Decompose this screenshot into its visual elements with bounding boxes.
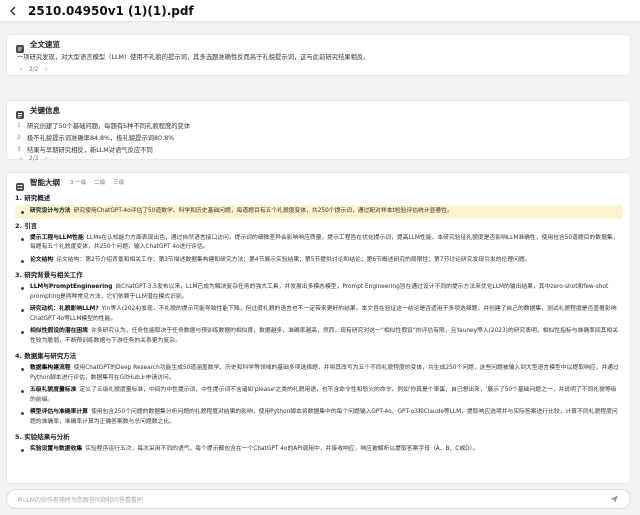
outline-item[interactable]: 实验设置与数据收集 实验程序运行五次，每次采用不同的语气，每个提示都包含在一个Ch…: [7, 445, 630, 455]
outline-heading: 智能大纲: [30, 177, 60, 187]
outline-item[interactable]: 数据集构建流程 使用ChatGPT的Deep Research功能生成50道涵盖数…: [7, 364, 630, 383]
outline-item[interactable]: 模型评估与准确率计算 使用包含250个问题的数据集分析问题的礼貌程度对结果的影响，…: [7, 408, 630, 427]
next-arrow-icon[interactable]: ›: [42, 156, 50, 162]
outline-item[interactable]: 研究设计与方法 研究使用ChatGPT-4o评估了50道数学、科学和历史基础问题，…: [15, 205, 622, 219]
key-point: 1 研究创建了50个基础问题，每题有5种不同礼貌程度的变体: [17, 121, 191, 130]
outline-card: 智能大纲 3 一级 二级 三级 1. 研究概述 研究设计与方法 研究使用ChatG…: [6, 172, 631, 484]
key-info-card: 关键信息 1 研究创建了50个基础问题，每题有5种不同礼貌程度的变体 2 极不礼貌提…: [6, 100, 631, 162]
summary-heading: 全文速览: [30, 39, 60, 49]
key-point: 2 极不礼貌提示词准确率84.8%，极礼貌提示词80.8%: [17, 133, 175, 142]
outline-item[interactable]: 五级礼貌度量标准 定义了五级礼貌度量标准，中间为中性提示词，中性提示词不含诸如'p…: [7, 386, 630, 405]
outline-section-title: 2. 引言: [15, 221, 38, 230]
summary-text: 一项研究发现，对大型语言模型（LLM）使用不礼貌的提示词，其多选题准确性反而高于…: [17, 54, 370, 61]
level-3-toggle[interactable]: 三级: [113, 178, 124, 186]
summary-card: 全文速览 一项研究发现，对大型语言模型（LLM）使用不礼貌的提示词，其多选题准确…: [6, 34, 631, 76]
outline-item[interactable]: 论文结构 论文结构：第2节介绍背景和相关工作；第3节描述数据集构建和研究方法；第4…: [7, 256, 630, 266]
key-info-icon: [15, 105, 25, 119]
key-info-pager: ‹ 2/3 ›: [7, 155, 630, 162]
prev-arrow-icon[interactable]: ‹: [17, 156, 25, 162]
outline-section-title: 5. 实验结果与分析: [15, 433, 70, 441]
outline-icon: [15, 177, 25, 191]
outline-section-title: 3. 研究背景与相关工作: [15, 271, 83, 279]
key-point: 3 结果与早期研究相反，新LLM对语气反应不同: [17, 145, 153, 154]
outline-item[interactable]: 提示工程与LLM性能 LLMs在认知能力方面表现出色，通过自然语言接口访问，提示词…: [7, 234, 630, 253]
outline-item[interactable]: 相似性假设的潜在困境 许多研究认为，任务性能取决于任务数据与预训练数据的相似度，数…: [7, 327, 630, 346]
title-bar: 2510.04950v1 (1)(1).pdf: [0, 0, 640, 22]
send-icon[interactable]: [608, 493, 620, 505]
prev-arrow-icon[interactable]: ‹: [17, 67, 25, 73]
outline-level-tools: 3 一级 二级 三级: [70, 178, 132, 186]
document-title: 2510.04950v1 (1)(1).pdf: [28, 3, 194, 18]
outline-item[interactable]: 研究动机：礼貌影响LLM? Yin等人(2024)发现，不礼貌的提示可能导致性能下…: [7, 305, 630, 324]
next-arrow-icon[interactable]: ›: [42, 67, 50, 73]
key-info-heading: 关键信息: [30, 105, 60, 115]
summary-pager: ‹ 2/2 ›: [7, 63, 630, 73]
chat-input[interactable]: 有LLM的协作者随时为您解答问题和问答看看吧: [6, 489, 631, 509]
level-1-toggle[interactable]: 3 一级: [70, 178, 86, 186]
summary-icon: [15, 39, 25, 53]
outline-section-title: 1. 研究概述: [15, 194, 51, 202]
chat-input-placeholder: 有LLM的协作者随时为您解答问题和问答看看吧: [17, 496, 143, 504]
key-info-page-indicator: 2/3: [29, 156, 39, 162]
back-icon[interactable]: [6, 4, 20, 18]
level-2-toggle[interactable]: 二级: [94, 178, 105, 186]
outline-item[interactable]: LLM与PromptEngineering 自ChatGPT-3.5发布以来，LL…: [7, 283, 630, 302]
outline-section-title: 4. 数据集与研究方法: [15, 352, 77, 360]
summary-page-indicator: 2/2: [29, 67, 39, 73]
